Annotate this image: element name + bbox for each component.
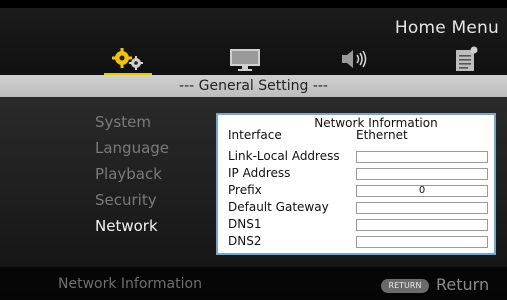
default-gateway-label: Default Gateway [228,200,329,214]
gear-icon[interactable] [108,46,148,72]
default-gateway-field [356,202,488,214]
menu-item-playback[interactable]: Playback [95,165,162,183]
ip-address-field [356,168,488,180]
dns1-field [356,219,488,231]
document-icon[interactable] [450,46,490,72]
menu-item-security[interactable]: Security [95,191,157,209]
menu-item-system[interactable]: System [95,113,151,131]
page-title: Home Menu [394,18,499,38]
network-info-panel: Network Information Interface Ethernet L… [216,113,496,255]
prefix-label: Prefix [228,183,262,197]
footer-context-label: Network Information [58,276,202,292]
menu-item-language[interactable]: Language [95,139,169,157]
interface-label: Interface [228,128,282,142]
section-header: --- General Setting --- [0,75,507,97]
interface-value: Ethernet [356,128,408,142]
ip-address-label: IP Address [228,166,291,180]
menu-item-network[interactable]: Network [95,217,158,235]
dns2-label: DNS2 [228,234,262,248]
prefix-field: 0 [356,185,488,197]
speaker-icon[interactable] [338,46,378,72]
link-local-address-field [356,151,488,163]
monitor-icon[interactable] [226,46,266,72]
dns1-label: DNS1 [228,217,262,231]
return-button-badge[interactable]: RETURN [381,279,429,293]
return-label[interactable]: Return [436,275,489,294]
link-local-address-label: Link-Local Address [228,149,340,163]
dns2-field [356,236,488,248]
